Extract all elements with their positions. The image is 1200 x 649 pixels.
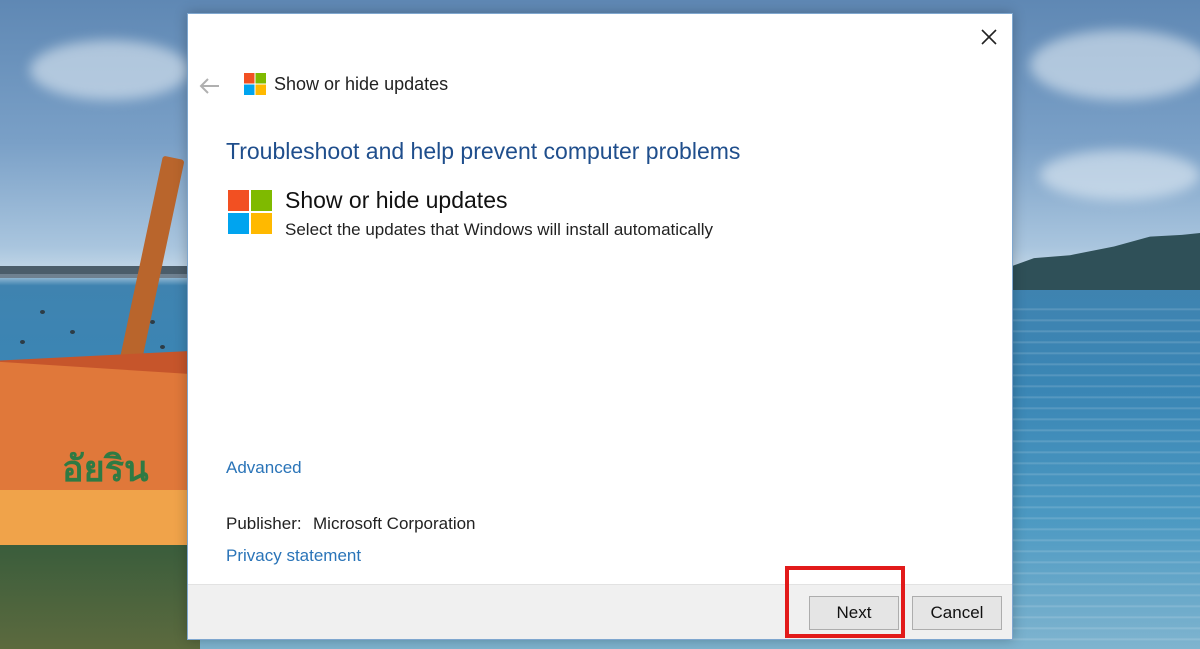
publisher-value: Microsoft Corporation bbox=[313, 514, 476, 533]
windows-logo-icon bbox=[228, 190, 272, 234]
publisher-label: Publisher: bbox=[226, 514, 302, 533]
troubleshooter-title: Show or hide updates bbox=[285, 187, 508, 213]
windows-logo-icon bbox=[244, 73, 266, 95]
back-button[interactable] bbox=[198, 74, 222, 98]
privacy-statement-link[interactable]: Privacy statement bbox=[226, 546, 361, 566]
page-heading: Troubleshoot and help prevent computer p… bbox=[226, 138, 741, 164]
cancel-button[interactable]: Cancel bbox=[912, 596, 1002, 630]
close-icon bbox=[981, 29, 997, 45]
highlight-box bbox=[785, 566, 905, 638]
window-title: Show or hide updates bbox=[274, 74, 449, 94]
troubleshooter-description: Select the updates that Windows will ins… bbox=[285, 220, 714, 239]
troubleshooter-dialog: Show or hide updates Troubleshoot and he… bbox=[187, 13, 1013, 640]
advanced-link[interactable]: Advanced bbox=[226, 458, 302, 478]
close-button[interactable] bbox=[974, 22, 1004, 52]
back-arrow-icon bbox=[199, 78, 219, 94]
